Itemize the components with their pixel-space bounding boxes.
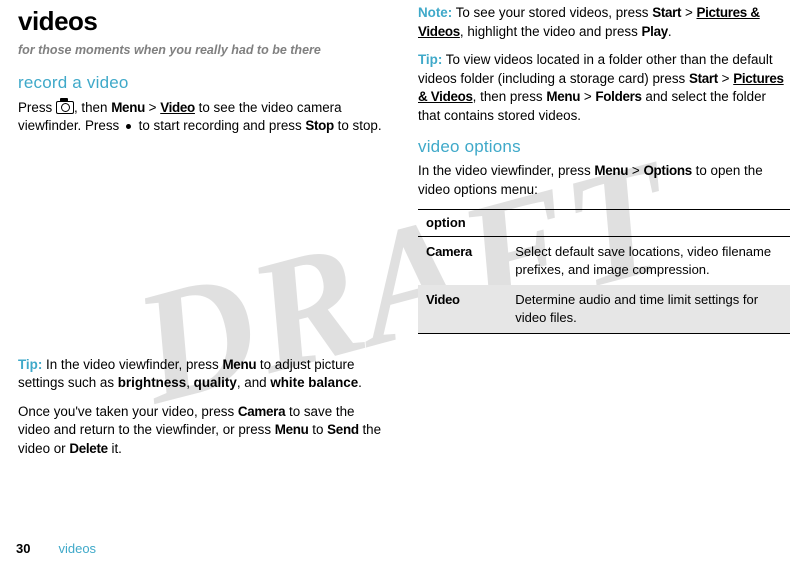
text: to stop. [334,118,382,133]
option-name: Camera [418,237,507,285]
tip2-paragraph: Tip: To view videos located in a folder … [418,51,790,125]
menu-label: Menu [275,422,309,437]
option-desc: Select default save locations, video fil… [507,237,790,285]
video-label: Video [160,100,195,115]
brightness-label: brightness [118,375,186,390]
options-table: option Camera Select default save locati… [418,209,790,334]
text: Once you've taken your video, press [18,404,238,419]
left-column: videos for those moments when you really… [4,4,404,556]
delete-label: Delete [69,441,107,456]
text: , then press [473,89,547,104]
camera-label: Camera [238,404,285,419]
note-label: Note: [418,5,452,20]
heading-video-options: video options [418,135,790,158]
white-balance-label: white balance [270,375,358,390]
page-content: videos for those moments when you really… [0,0,808,564]
text: > [718,71,733,86]
text: Press [18,100,56,115]
viewfinder-placeholder [18,146,390,356]
text: In the video viewfinder, press [418,163,594,178]
note-paragraph: Note: To see your stored videos, press S… [418,4,790,41]
options-paragraph: In the video viewfinder, press Menu > Op… [418,162,790,199]
text: , [186,375,193,390]
menu-label: Menu [546,89,580,104]
table-header-row: option [418,210,790,237]
save-paragraph: Once you've taken your video, press Came… [18,403,390,459]
text: To see your stored videos, press [452,5,652,20]
text: > [580,89,595,104]
quality-label: quality [194,375,237,390]
option-desc: Determine audio and time limit settings … [507,285,790,333]
text: . [358,375,362,390]
record-paragraph: Press , then Menu > Video to see the vid… [18,99,390,136]
start-label: Start [652,5,681,20]
tip-paragraph: Tip: In the video viewfinder, press Menu… [18,356,390,393]
menu-label: Menu [594,163,628,178]
start-label: Start [689,71,718,86]
table-row: Camera Select default save locations, vi… [418,237,790,285]
stop-label: Stop [305,118,334,133]
menu-label: Menu [222,357,256,372]
text: it. [108,441,122,456]
send-label: Send [327,422,359,437]
tip-label: Tip: [418,52,442,67]
text: to [309,422,328,437]
text: , and [237,375,271,390]
text: . [668,24,672,39]
text: > [628,163,643,178]
folders-label: Folders [595,89,641,104]
text: to start recording and press [135,118,305,133]
text: In the video viewfinder, press [42,357,222,372]
text: > [145,100,160,115]
text: , then [74,100,111,115]
table-header: option [418,210,790,237]
right-column: Note: To see your stored videos, press S… [404,4,804,556]
center-key-icon [123,123,135,131]
menu-label: Menu [111,100,145,115]
text: , highlight the video and press [460,24,642,39]
options-label: Options [643,163,691,178]
page-subtitle: for those moments when you really had to… [18,42,390,59]
heading-record-video: record a video [18,71,390,94]
tip-label: Tip: [18,357,42,372]
table-row: Video Determine audio and time limit set… [418,285,790,333]
play-label: Play [642,24,668,39]
camera-icon [56,101,74,114]
option-name: Video [418,285,507,333]
page-title: videos [18,4,390,40]
text: > [681,5,696,20]
